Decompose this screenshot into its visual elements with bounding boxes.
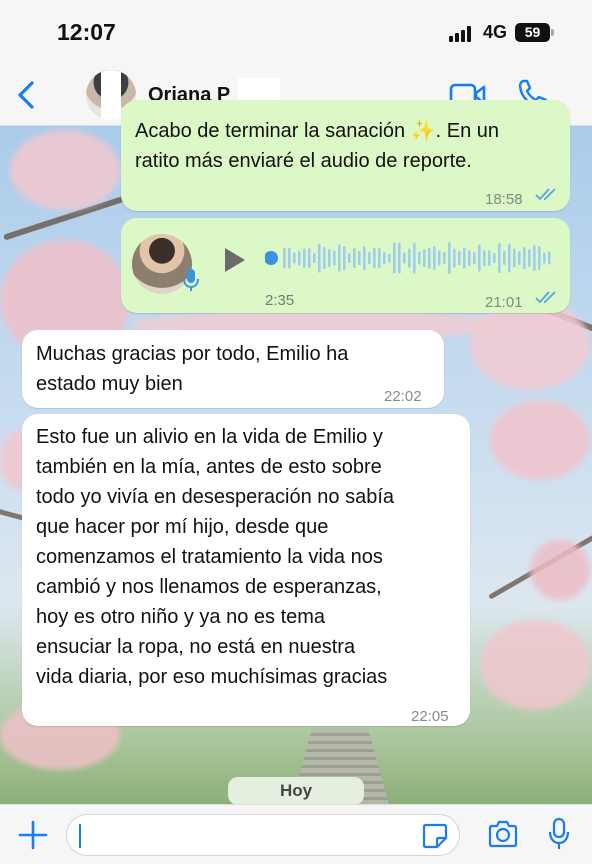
message-time: 18:58 — [485, 191, 523, 208]
waveform-bar — [283, 248, 286, 268]
waveform-bar — [498, 243, 501, 273]
waveform-bar — [353, 248, 356, 268]
message-bubble-incoming[interactable]: Muchas gracias por todo, Emilio ha estad… — [22, 330, 444, 408]
header-overlay-spacer — [0, 66, 592, 126]
waveform-bar — [468, 250, 471, 266]
waveform-bar — [308, 248, 311, 268]
text-caret — [79, 824, 81, 848]
waveform-bar — [503, 251, 506, 265]
waveform-bar — [548, 251, 551, 265]
waveform-bar — [408, 248, 411, 268]
waveform-bar — [478, 244, 481, 272]
status-bar: 12:07 4G 59 — [0, 0, 592, 66]
waveform-bar — [433, 246, 436, 270]
battery-level: 59 — [524, 24, 541, 40]
message-bubble-incoming[interactable]: Esto fue un alivio en la vida de Emilio … — [22, 414, 470, 726]
waveform-bar — [298, 251, 301, 265]
signal-icon — [449, 26, 473, 42]
microphone-icon — [548, 817, 570, 849]
attach-button[interactable] — [18, 820, 48, 850]
network-type: 4G — [483, 22, 508, 42]
waveform-bar — [348, 253, 351, 263]
camera-button[interactable] — [487, 820, 519, 848]
message-time: 22:05 — [411, 708, 449, 725]
waveform-bar — [528, 249, 531, 267]
waveform-bar — [293, 252, 296, 264]
message-text: Muchas gracias por todo, Emilio ha estad… — [36, 343, 349, 395]
sticker-button[interactable] — [422, 823, 448, 849]
waveform-bar — [333, 250, 336, 266]
waveform-bar — [303, 248, 306, 268]
plus-icon — [18, 820, 48, 850]
waveform-bar — [313, 253, 316, 263]
waveform-bar — [398, 242, 401, 274]
waveform-bar — [518, 251, 521, 265]
waveform-bar — [393, 242, 396, 274]
playhead-dot[interactable] — [265, 251, 278, 265]
waveform-bar — [388, 253, 391, 263]
waveform-bar — [488, 250, 491, 266]
waveform-bar — [508, 243, 511, 273]
waveform-bar — [328, 249, 331, 267]
waveform-bar — [438, 250, 441, 266]
sticker-icon — [422, 823, 448, 849]
waveform-bar — [538, 246, 541, 270]
waveform-bar — [318, 243, 321, 273]
waveform-bar — [368, 252, 371, 264]
play-icon — [225, 248, 245, 272]
voice-duration: 2:35 — [265, 292, 295, 309]
waveform-bar — [363, 246, 366, 270]
waveform-bar — [323, 247, 326, 269]
waveform-bar — [423, 249, 426, 267]
waveform-bar — [483, 250, 486, 266]
waveform-bar — [428, 247, 431, 269]
battery-icon: 59 — [515, 23, 554, 42]
camera-icon — [488, 820, 518, 848]
waveform-bar — [378, 248, 381, 268]
date-separator: Hoy — [228, 777, 364, 805]
message-input[interactable] — [66, 814, 460, 856]
audio-waveform[interactable] — [265, 238, 555, 278]
voice-record-button[interactable] — [547, 817, 571, 851]
voice-message-bubble[interactable]: 2:35 21:01 — [121, 218, 570, 313]
read-ticks-icon — [535, 291, 556, 304]
waveform-bar — [533, 245, 536, 271]
waveform-bar — [383, 252, 386, 264]
waveform-bar — [373, 247, 376, 269]
message-composer — [0, 804, 592, 864]
microphone-icon — [183, 269, 199, 291]
waveform-bar — [523, 247, 526, 269]
play-button[interactable] — [221, 245, 249, 275]
waveform-bar — [513, 248, 516, 268]
message-text: Esto fue un alivio en la vida de Emilio … — [36, 426, 395, 688]
waveform-bar — [358, 251, 361, 265]
waveform-bar — [338, 244, 341, 272]
waveform-bar — [473, 252, 476, 264]
waveform-bar — [403, 252, 406, 264]
waveform-bar — [443, 252, 446, 264]
status-time: 12:07 — [57, 19, 116, 45]
waveform-bar — [413, 242, 416, 274]
waveform-bar — [343, 246, 346, 270]
waveform-bar — [493, 253, 496, 263]
message-time: 22:02 — [384, 388, 422, 405]
waveform-bar — [543, 252, 546, 264]
message-time: 21:01 — [485, 294, 523, 311]
waveform-bar — [448, 242, 451, 274]
waveform-bar — [458, 251, 461, 265]
waveform-bar — [463, 247, 466, 269]
waveform-bar — [453, 248, 456, 268]
waveform-bar — [288, 247, 291, 269]
read-ticks-icon — [535, 188, 556, 201]
waveform-bar — [418, 251, 421, 265]
